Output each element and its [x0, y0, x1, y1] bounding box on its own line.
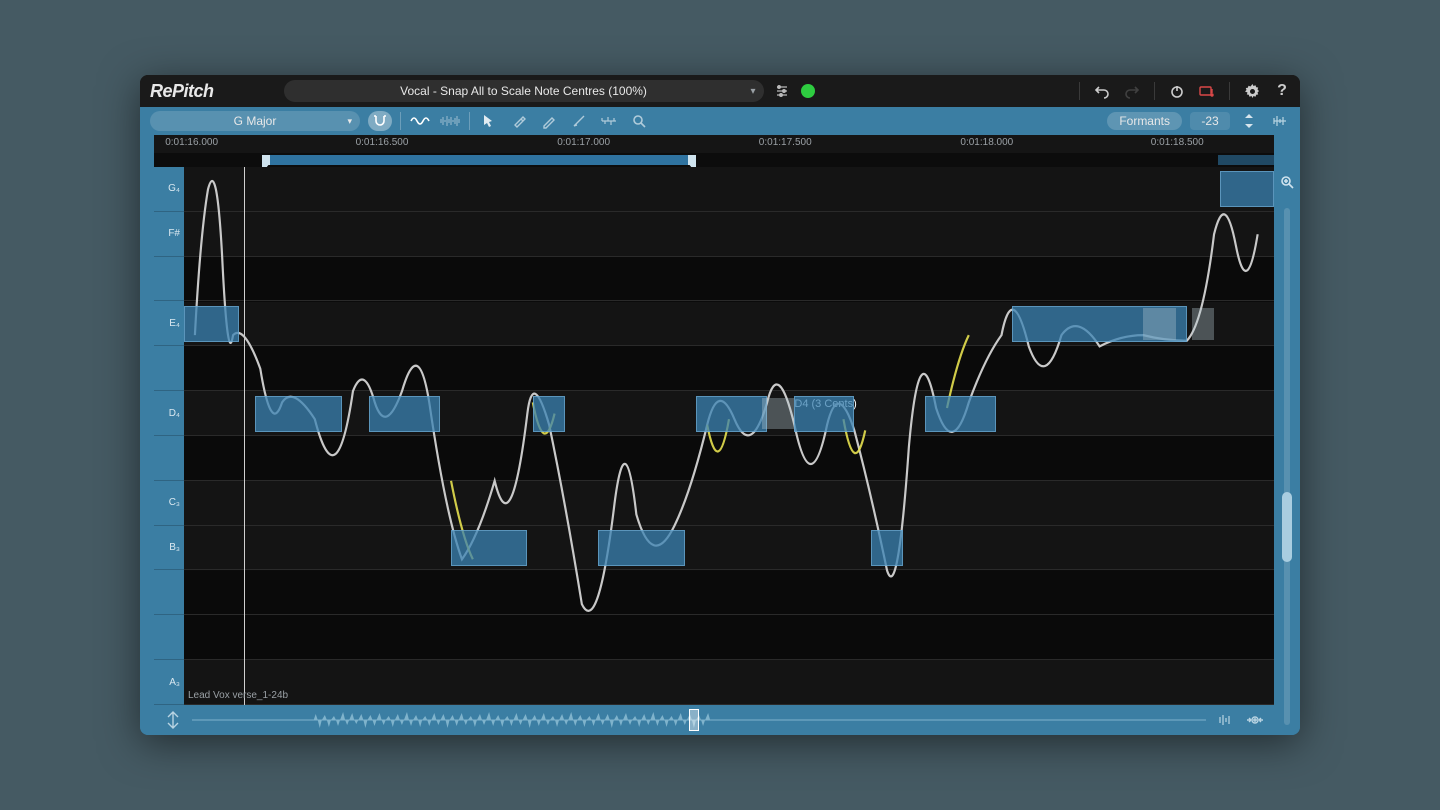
macro-label: Vocal - Snap All to Scale Note Centres (…: [400, 84, 647, 98]
note-axis-label: A₃: [154, 660, 184, 705]
note-axis-label: G₄: [154, 167, 184, 212]
app-window: RePitch Vocal - Snap All to Scale Note C…: [140, 75, 1300, 735]
note-row: [184, 526, 1274, 571]
vertical-scrollbar[interactable]: [1284, 208, 1290, 725]
note-ghost: [762, 398, 795, 429]
loop-region[interactable]: [266, 155, 692, 165]
key-label: G Major: [234, 114, 277, 128]
note-block[interactable]: [1220, 171, 1275, 207]
playhead[interactable]: [244, 167, 245, 705]
piano-roll[interactable]: G₄F# E₄ D₄ C₃B₃ A₃ D4 (3 Cents) Lead Vox ver…: [154, 167, 1274, 705]
arrow-tool-icon[interactable]: [478, 111, 500, 131]
note-block[interactable]: [184, 306, 239, 342]
formants-button[interactable]: Formants: [1107, 112, 1182, 130]
app-logo: RePitch: [150, 81, 214, 102]
note-axis-label: [154, 570, 184, 615]
loop-region[interactable]: [1218, 155, 1274, 165]
help-icon[interactable]: ?: [1274, 83, 1290, 99]
note-block[interactable]: [794, 396, 854, 432]
zoom-tool-icon[interactable]: [628, 111, 650, 131]
note-axis-label: [154, 615, 184, 660]
note-row: [184, 346, 1274, 391]
note-block[interactable]: [598, 530, 685, 566]
formant-view-icon[interactable]: [1268, 111, 1290, 131]
ruler-tick: 0:01:18.000: [960, 137, 1013, 148]
note-axis-label: E₄: [154, 301, 184, 346]
chevron-down-icon: ▾: [751, 86, 756, 97]
macro-settings-icon[interactable]: [774, 83, 790, 99]
note-axis-label: B₃: [154, 526, 184, 571]
status-ok-icon: [800, 83, 816, 99]
left-gutter: [140, 135, 154, 735]
ruler-tick: 0:01:16.500: [356, 137, 409, 148]
ruler-tick: 0:01:17.000: [557, 137, 610, 148]
titlebar-right: ?: [1079, 82, 1290, 100]
note-row: [184, 257, 1274, 302]
note-axis-label: C₃: [154, 481, 184, 526]
formants-value[interactable]: -23: [1190, 112, 1230, 130]
note-ghost: [1192, 308, 1214, 339]
note-block[interactable]: [696, 396, 767, 432]
macro-select[interactable]: Vocal - Snap All to Scale Note Centres (…: [284, 80, 764, 102]
redo-icon[interactable]: [1124, 83, 1140, 99]
vzoom-in-icon[interactable]: [1280, 175, 1294, 192]
clip-name-label: Lead Vox verse_1-24b: [188, 690, 288, 701]
loop-end-handle[interactable]: [688, 155, 696, 165]
scrollbar-thumb[interactable]: [1282, 492, 1292, 562]
ruler-tick: 0:01:18.500: [1151, 137, 1204, 148]
right-gutter: [1274, 135, 1300, 735]
ruler-tick: 0:01:16.000: [165, 137, 218, 148]
note-block[interactable]: [925, 396, 996, 432]
time-ruler[interactable]: 0:01:16.000 0:01:16.500 0:01:17.000 0:01…: [154, 135, 1274, 153]
ruler-tick: 0:01:17.500: [759, 137, 812, 148]
note-row: [184, 212, 1274, 257]
note-axis-label: F#: [154, 212, 184, 257]
line-tool-icon[interactable]: [568, 111, 590, 131]
note-block[interactable]: [451, 530, 527, 566]
note-block[interactable]: [369, 396, 440, 432]
titlebar: RePitch Vocal - Snap All to Scale Note C…: [140, 75, 1300, 107]
gear-icon[interactable]: [1244, 83, 1260, 99]
view-waveform-icon[interactable]: [439, 111, 461, 131]
note-row: [184, 167, 1274, 212]
overview-bar: [154, 705, 1274, 735]
lock-icon[interactable]: [1199, 83, 1215, 99]
overview-marker-icon[interactable]: [162, 710, 184, 730]
note-block[interactable]: [533, 396, 566, 432]
note-grid[interactable]: D4 (3 Cents) Lead Vox verse_1-24b: [184, 167, 1274, 705]
note-row: [184, 660, 1274, 705]
note-axis-label: D₄: [154, 391, 184, 436]
note-row: [184, 615, 1274, 660]
view-pitch-icon[interactable]: [409, 111, 431, 131]
overview-cursor[interactable]: [689, 709, 699, 731]
note-block[interactable]: [871, 530, 904, 566]
power-icon[interactable]: [1169, 83, 1185, 99]
loop-region-strip[interactable]: [154, 153, 1274, 167]
loop-start-handle[interactable]: [262, 155, 270, 165]
key-select[interactable]: G Major ▾: [150, 111, 360, 131]
note-row: [184, 571, 1274, 616]
overview-waveform[interactable]: [192, 709, 1206, 731]
note-axis-label: [154, 346, 184, 391]
tool-row: G Major ▾ Formants -23: [140, 107, 1300, 135]
overview-hzoom-icon[interactable]: [1244, 710, 1266, 730]
note-axis-label: [154, 436, 184, 481]
note-axis: G₄F# E₄ D₄ C₃B₃ A₃: [154, 167, 184, 705]
note-row: [184, 481, 1274, 526]
pitch-tool-icon[interactable]: [508, 111, 530, 131]
note-ghost: [1143, 308, 1176, 339]
stepper-icon[interactable]: [1238, 111, 1260, 131]
snap-magnet-button[interactable]: [368, 111, 392, 131]
undo-icon[interactable]: [1094, 83, 1110, 99]
vibrato-tool-icon[interactable]: [598, 111, 620, 131]
draw-tool-icon[interactable]: [538, 111, 560, 131]
overview-vzoom-icon[interactable]: [1214, 710, 1236, 730]
editor-body: 0:01:16.000 0:01:16.500 0:01:17.000 0:01…: [140, 135, 1300, 735]
note-block[interactable]: [255, 396, 342, 432]
chevron-down-icon: ▾: [347, 116, 352, 127]
note-axis-label: [154, 257, 184, 302]
note-row: [184, 436, 1274, 481]
